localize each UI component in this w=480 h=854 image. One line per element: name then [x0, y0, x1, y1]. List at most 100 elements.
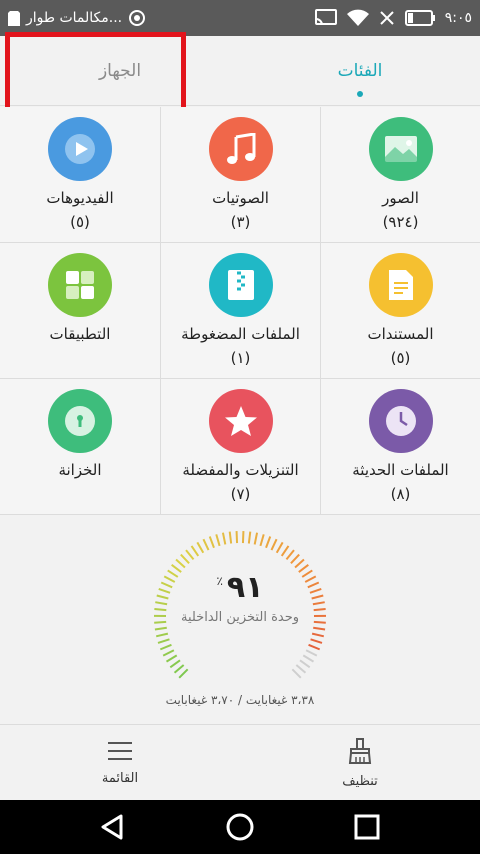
gauge-tick [165, 654, 178, 663]
home-icon [226, 813, 254, 841]
back-icon [101, 814, 123, 840]
category-audio[interactable]: الصوتيات (٣) [160, 107, 320, 243]
gauge-tick [173, 664, 185, 674]
status-bar-left: مكالمات طوار... [8, 9, 315, 27]
gauge-tick [299, 659, 311, 669]
category-count: (٨) [390, 485, 411, 503]
zip-icon [208, 253, 273, 317]
status-time: ٩:٠٥ [444, 10, 472, 26]
music-icon [208, 117, 273, 181]
gauge-tick [290, 553, 300, 564]
gauge-tick [270, 538, 278, 551]
category-count: (٥) [70, 213, 90, 231]
active-tab-indicator [357, 91, 363, 97]
gauge-tick [294, 558, 305, 569]
storage-usage-text: ٣،٣٨ غيغابايت / ٣،٧٠ غيغابايت [165, 693, 315, 707]
gauge-tick [302, 654, 315, 663]
gauge-tick [208, 536, 215, 549]
storage-section[interactable]: ٩١ ٪ وحدة التخزين الداخلية ٣،٣٨ غيغابايت… [0, 515, 480, 725]
menu-icon [107, 741, 133, 765]
gauge-tick [196, 541, 205, 554]
category-documents[interactable]: المستندات (٥) [320, 243, 480, 379]
gauge-tick [190, 545, 200, 557]
battery-icon [404, 10, 435, 26]
home-button[interactable] [220, 807, 260, 847]
gauge-tick [155, 632, 169, 638]
gauge-tick [221, 532, 227, 545]
gauge-tick [178, 668, 189, 679]
wifi-icon [346, 9, 369, 27]
category-label: الصوتيات [212, 189, 269, 207]
storage-label: وحدة التخزين الداخلية [180, 610, 300, 625]
category-videos[interactable]: الفيديوهات (٥) [0, 107, 160, 243]
tab-device[interactable]: الجهاز [0, 36, 240, 105]
category-count: (٧) [230, 485, 251, 503]
gauge-tick [175, 558, 186, 569]
play-icon [48, 117, 112, 181]
gauge-tick [291, 668, 302, 679]
notification-text: مكالمات طوار... [26, 10, 123, 26]
gauge-tick [285, 549, 295, 561]
category-recent[interactable]: الملفات الحديثة (٨) [320, 379, 480, 515]
gauge-tick [180, 553, 190, 564]
gauge-tick [305, 649, 318, 657]
gauge-tick [157, 638, 170, 644]
safe-icon [48, 389, 112, 453]
brush-icon [347, 737, 373, 768]
storage-percent-row: ٩١ ٪ [150, 570, 330, 605]
tab-device-label: الجهاز [98, 60, 142, 81]
clean-label: تنظيف [342, 773, 378, 789]
gauge-tick [215, 534, 221, 547]
recents-button[interactable] [347, 807, 387, 847]
gauge-tick [295, 664, 307, 674]
status-bar: مكالمات طوار... ٩:٠٥ [0, 0, 480, 36]
recents-icon [354, 814, 380, 840]
gauge-tick [202, 538, 210, 551]
category-label: الفيديوهات [46, 189, 114, 207]
gauge-tick [280, 545, 290, 557]
storage-percent-sign: ٪ [216, 574, 223, 588]
location-icon [128, 9, 146, 27]
category-label: الخزانة [58, 461, 102, 479]
system-nav-bar [0, 800, 480, 854]
category-safe[interactable]: الخزانة [0, 379, 160, 515]
no-signal-icon [379, 10, 395, 26]
gauge-tick [308, 643, 321, 651]
category-label: التطبيقات [49, 325, 111, 343]
gauge-tick [253, 532, 259, 545]
category-grid: الصور (٩٢٤) الصوتيات (٣) الفيديوهات (٥) … [0, 107, 480, 515]
document-icon [368, 253, 433, 317]
category-count: (٩٢٤) [382, 213, 419, 231]
category-label: الملفات الحديثة [352, 461, 449, 479]
tab-categories[interactable]: الفئات [240, 36, 480, 105]
gauge-tick [154, 626, 167, 631]
sd-card-icon [8, 10, 20, 26]
gauge-tick [159, 643, 172, 651]
clock-icon [368, 389, 433, 453]
clean-button[interactable]: تنظيف [240, 726, 480, 800]
apps-icon [48, 253, 112, 317]
gauge-tick [169, 659, 181, 669]
category-label: التنزيلات والمفضلة [182, 461, 299, 479]
image-icon [368, 117, 433, 181]
storage-gauge-center: ٩١ ٪ وحدة التخزين الداخلية [150, 570, 330, 627]
gauge-tick [275, 541, 284, 554]
category-count: (٥) [390, 349, 411, 367]
category-images[interactable]: الصور (٩٢٤) [320, 107, 480, 243]
category-downloads-favorites[interactable]: التنزيلات والمفضلة (٧) [160, 379, 320, 515]
category-label: الصور [382, 189, 419, 207]
bottom-toolbar: القائمة تنظيف [0, 726, 480, 800]
storage-percent: ٩١ [226, 570, 264, 605]
gauge-tick [185, 549, 195, 561]
category-apps[interactable]: التطبيقات [0, 243, 160, 379]
back-button[interactable] [93, 807, 133, 847]
gauge-tick [313, 626, 326, 631]
gauge-tick [228, 531, 233, 544]
tab-categories-label: الفئات [337, 60, 383, 81]
status-bar-right: ٩:٠٥ [314, 9, 472, 27]
menu-button[interactable]: القائمة [0, 726, 240, 800]
category-compressed[interactable]: الملفات المضغوطة (١) [160, 243, 320, 379]
gauge-tick [310, 638, 323, 644]
gauge-tick [311, 632, 325, 638]
gauge-tick [265, 536, 272, 549]
